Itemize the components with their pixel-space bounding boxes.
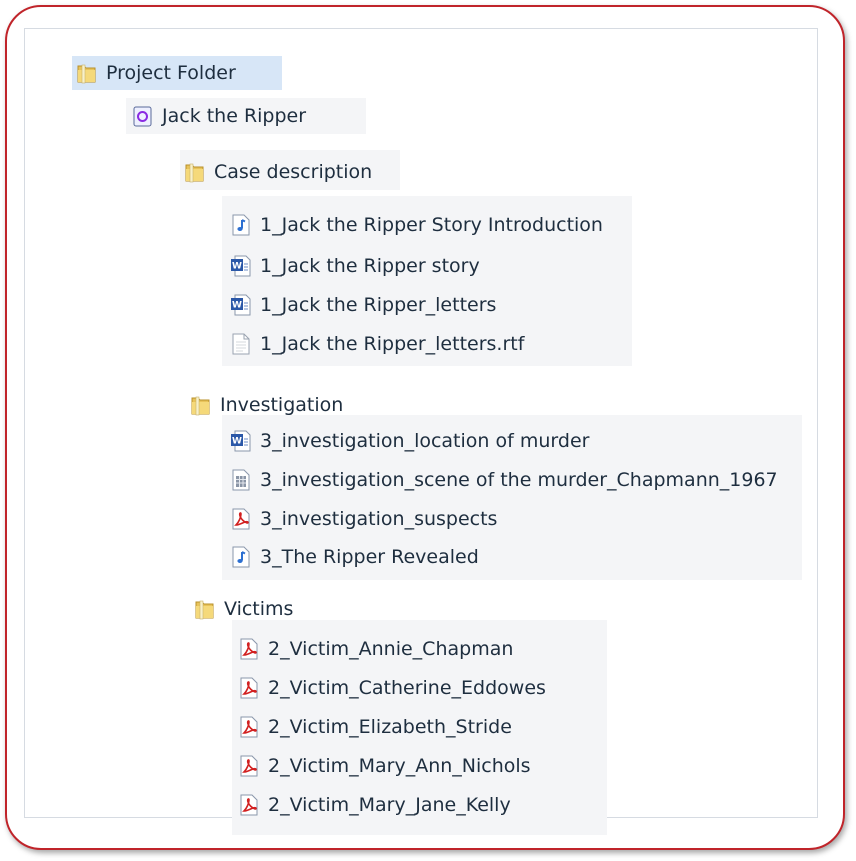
file-item[interactable]: 1_Jack the Ripper_letters.rtf (230, 327, 524, 361)
pdf-file-icon (238, 793, 260, 817)
folder-icon (194, 597, 216, 621)
file-item[interactable]: 2_Victim_Elizabeth_Stride (238, 710, 512, 744)
pdf-file-icon (238, 754, 260, 778)
svg-text:W: W (232, 262, 242, 272)
svg-text:W: W (232, 437, 242, 447)
audio-file-icon (230, 545, 252, 569)
tree-node-victims[interactable]: Victims (194, 592, 293, 626)
folder-icon (190, 393, 212, 417)
word-document-icon: W (230, 293, 252, 317)
tree-node-case-description[interactable]: Case description (184, 155, 372, 189)
pdf-file-icon (238, 637, 260, 661)
file-item[interactable]: 3_investigation_scene of the murder_Chap… (230, 463, 778, 497)
text-file-icon (230, 332, 252, 356)
word-document-icon: W (230, 254, 252, 278)
tree-node-project-folder[interactable]: Project Folder (76, 56, 236, 90)
project-file-icon (132, 104, 154, 128)
file-item[interactable]: 2_Victim_Mary_Jane_Kelly (238, 788, 511, 822)
audio-file-icon (230, 213, 252, 237)
file-item[interactable]: 1_Jack the Ripper Story Introduction (230, 208, 603, 242)
folder-icon (184, 160, 206, 184)
file-item[interactable]: 2_Victim_Catherine_Eddowes (238, 671, 546, 705)
file-item[interactable]: W 1_Jack the Ripper story (230, 249, 480, 283)
file-item[interactable]: W 3_investigation_location of murder (230, 424, 589, 458)
file-item[interactable]: 3_investigation_suspects (230, 502, 497, 536)
pdf-file-icon (238, 715, 260, 739)
spreadsheet-file-icon (230, 468, 252, 492)
tree-node-investigation[interactable]: Investigation (190, 388, 343, 422)
svg-text:W: W (232, 301, 242, 311)
file-item[interactable]: W 1_Jack the Ripper_letters (230, 288, 496, 322)
file-item[interactable]: 2_Victim_Mary_Ann_Nichols (238, 749, 531, 783)
word-document-icon: W (230, 429, 252, 453)
pdf-file-icon (230, 507, 252, 531)
file-item[interactable]: 3_The Ripper Revealed (230, 540, 479, 574)
file-item[interactable]: 2_Victim_Annie_Chapman (238, 632, 513, 666)
tree-node-jack-the-ripper[interactable]: Jack the Ripper (132, 99, 306, 133)
folder-icon (76, 61, 98, 85)
pdf-file-icon (238, 676, 260, 700)
